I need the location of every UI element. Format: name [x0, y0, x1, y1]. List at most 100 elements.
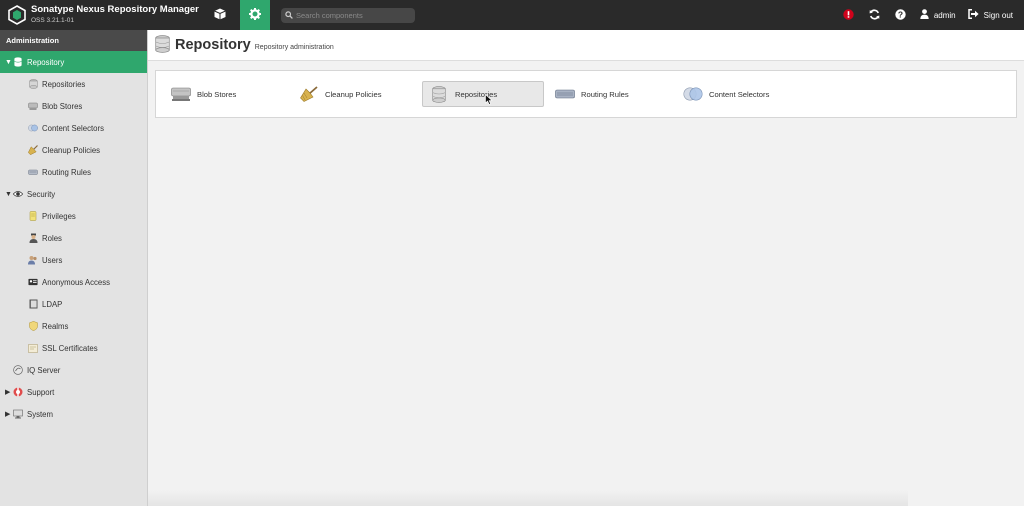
sidebar-item-repositories[interactable]: Repositories — [0, 73, 147, 95]
browse-cube-icon — [214, 8, 226, 22]
support-icon — [13, 387, 23, 397]
refresh-icon — [869, 8, 880, 22]
search-icon — [285, 10, 293, 21]
blob-store-icon — [171, 86, 191, 102]
signout-label: Sign out — [983, 10, 1013, 20]
caret-down-icon[interactable]: ▼ — [5, 59, 13, 66]
top-header: Sonatype Nexus Repository Manager OSS 3.… — [0, 0, 1024, 30]
page-header: Repository Repository administration — [148, 30, 1024, 61]
feature-blob-stores[interactable]: Blob Stores — [164, 81, 282, 107]
user-menu[interactable]: admin — [920, 9, 956, 21]
sidebar-item-label: Blob Stores — [42, 101, 83, 111]
sidebar-item-label: Realms — [42, 321, 69, 331]
sidebar-item-cleanup-policies[interactable]: Cleanup Policies — [0, 139, 147, 161]
administration-button[interactable] — [240, 0, 270, 30]
sidebar-item-users[interactable]: Users — [0, 249, 147, 271]
sidebar-item-content-selectors[interactable]: Content Selectors — [0, 117, 147, 139]
user-name: admin — [933, 10, 956, 20]
help-icon: ? — [895, 8, 907, 22]
sidebar-item-ldap[interactable]: LDAP — [0, 293, 147, 315]
system-icon — [13, 409, 23, 419]
feature-label: Routing Rules — [581, 89, 629, 99]
refresh-button[interactable] — [862, 0, 888, 30]
broom-icon — [28, 145, 38, 155]
broom-icon — [299, 86, 319, 102]
sidebar-item-repository[interactable]: ▼ Repository — [0, 51, 147, 73]
database-icon — [155, 35, 170, 55]
alert-icon — [843, 8, 855, 22]
signout-button[interactable]: Sign out — [967, 9, 1013, 21]
users-icon — [28, 255, 38, 265]
caret-down-icon[interactable]: ▼ — [5, 191, 13, 198]
feature-label: Blob Stores — [197, 89, 237, 99]
admin-gear-icon — [249, 8, 261, 22]
sidebar-item-label: Content Selectors — [42, 123, 104, 133]
alert-button[interactable] — [836, 0, 862, 30]
sidebar-item-anonymous-access[interactable]: Anonymous Access — [0, 271, 147, 293]
browse-button[interactable] — [205, 0, 235, 30]
privileges-icon — [28, 211, 38, 221]
sidebar-item-label: Support — [27, 387, 55, 397]
feature-routing-rules[interactable]: Routing Rules — [548, 81, 666, 107]
app-version: OSS 3.21.1-01 — [31, 17, 74, 24]
header-actions: ? admin Sign out — [836, 0, 1024, 30]
sidebar-item-routing-rules[interactable]: Routing Rules — [0, 161, 147, 183]
sidebar-item-label: Routing Rules — [42, 167, 91, 177]
database-icon — [429, 85, 449, 103]
sidebar-item-label: Repositories — [42, 79, 86, 89]
feature-repositories[interactable]: Repositories — [422, 81, 544, 107]
eye-icon — [13, 189, 23, 199]
id-card-icon — [28, 277, 38, 287]
sidebar-item-label: LDAP — [42, 299, 63, 309]
sidebar-item-label: IQ Server — [27, 365, 61, 375]
sidebar-item-security[interactable]: ▼ Security — [0, 183, 147, 205]
sidebar-item-privileges[interactable]: Privileges — [0, 205, 147, 227]
help-button[interactable]: ? — [888, 0, 914, 30]
logo-icon[interactable] — [7, 5, 27, 25]
search-box[interactable] — [281, 8, 415, 23]
feature-cleanup-policies[interactable]: Cleanup Policies — [292, 81, 410, 107]
sidebar-item-label: System — [27, 409, 53, 419]
brand: Sonatype Nexus Repository Manager OSS 3.… — [31, 4, 199, 26]
sidebar-item-label: Roles — [42, 233, 62, 243]
sidebar: Administration ▼ Repository Repositories… — [0, 30, 148, 506]
feature-content-selectors[interactable]: Content Selectors — [676, 81, 806, 107]
main-content: Repository Repository administration Blo… — [148, 30, 1024, 506]
blob-store-icon — [28, 101, 38, 111]
router-icon — [28, 167, 38, 177]
sidebar-item-ssl-certificates[interactable]: SSL Certificates — [0, 337, 147, 359]
sidebar-item-label: Users — [42, 255, 63, 265]
caret-right-icon[interactable]: ▶ — [5, 388, 13, 396]
sidebar-item-system[interactable]: ▶ System — [0, 403, 147, 425]
app-name: Sonatype Nexus Repository Manager — [31, 4, 199, 15]
sidebar-item-label: Anonymous Access — [42, 277, 111, 287]
repositories-icon — [28, 79, 38, 89]
page-title: Repository — [175, 37, 251, 53]
feature-label: Content Selectors — [709, 89, 770, 99]
sidebar-item-label: SSL Certificates — [42, 343, 98, 353]
sidebar-item-blob-stores[interactable]: Blob Stores — [0, 95, 147, 117]
sidebar-item-iq-server[interactable]: IQ Server — [0, 359, 147, 381]
content-selector-icon — [683, 86, 703, 102]
sidebar-title: Administration — [0, 30, 147, 51]
sidebar-item-roles[interactable]: Roles — [0, 227, 147, 249]
content-selector-icon — [28, 123, 38, 133]
bottom-shadow — [148, 490, 908, 506]
feature-panel: Blob Stores Cleanup Policies Repositorie… — [155, 70, 1017, 118]
iq-server-icon — [13, 365, 23, 375]
sidebar-item-label: Repository — [27, 57, 65, 67]
page-subtitle: Repository administration — [254, 43, 334, 51]
sidebar-item-realms[interactable]: Realms — [0, 315, 147, 337]
caret-right-icon[interactable]: ▶ — [5, 410, 13, 418]
sidebar-item-support[interactable]: ▶ Support — [0, 381, 147, 403]
signout-icon — [967, 9, 984, 21]
router-icon — [555, 86, 575, 102]
roles-icon — [28, 233, 38, 243]
certificate-icon — [28, 343, 38, 353]
search-input[interactable] — [296, 11, 411, 20]
ldap-book-icon — [28, 299, 38, 309]
svg-text:?: ? — [898, 9, 903, 19]
sidebar-item-label: Cleanup Policies — [42, 145, 101, 155]
sidebar-item-label: Privileges — [42, 211, 76, 221]
user-icon — [920, 9, 934, 21]
